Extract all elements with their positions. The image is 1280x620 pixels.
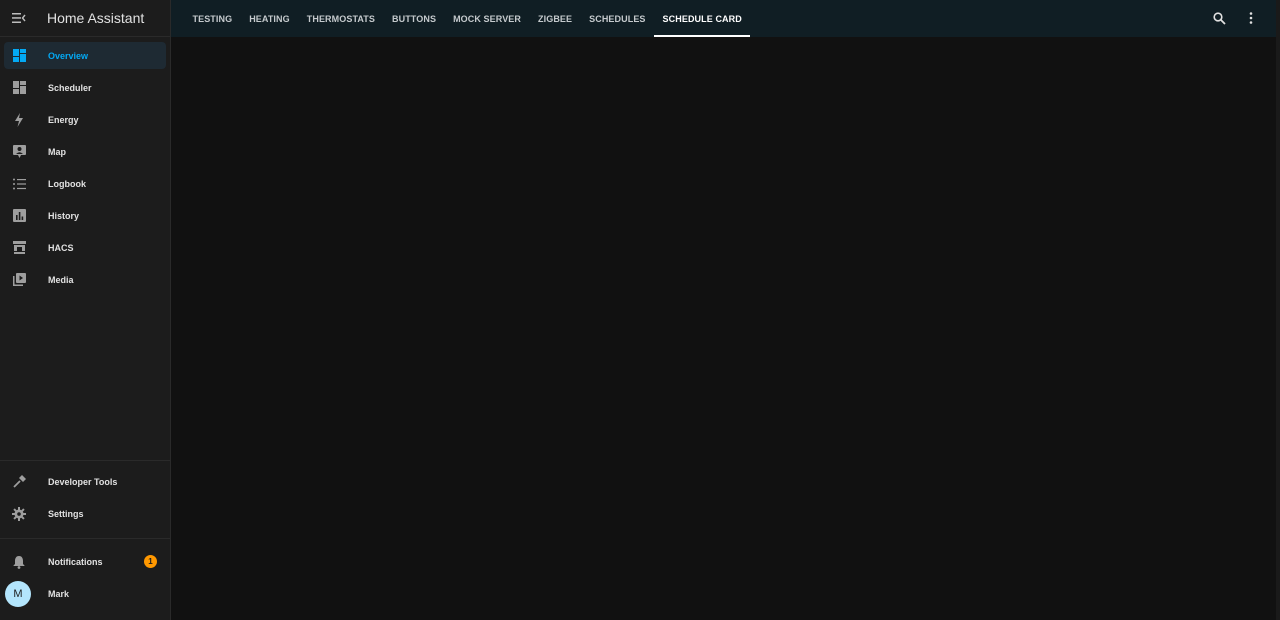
sidebar-item-label: Settings	[48, 508, 84, 519]
sidebar-item-label: Overview	[48, 50, 89, 61]
sidebar-item-label: Map	[48, 146, 66, 157]
cog-icon	[11, 506, 27, 522]
lightning-bolt-icon	[11, 112, 27, 128]
dashboard-tabs: TESTING HEATING THERMOSTATS BUTTONS MOCK…	[184, 0, 751, 37]
sidebar-item-label: Mark	[48, 588, 70, 599]
tab-thermostats[interactable]: THERMOSTATS	[298, 0, 383, 37]
sidebar: Home Assistant Overview Scheduler Energy…	[0, 0, 171, 620]
sidebar-item-history[interactable]: History	[4, 202, 166, 229]
notification-count-badge: 1	[144, 555, 157, 568]
sidebar-item-scheduler[interactable]: Scheduler	[4, 74, 166, 101]
tab-buttons[interactable]: BUTTONS	[384, 0, 445, 37]
sidebar-item-label: Logbook	[48, 178, 86, 189]
sidebar-item-developer-tools[interactable]: Developer Tools	[4, 468, 166, 495]
play-box-multiple-icon	[11, 272, 27, 288]
avatar: M	[5, 580, 31, 607]
sidebar-item-label: History	[48, 210, 80, 221]
app-title: Home Assistant	[47, 10, 145, 26]
sidebar-item-hacs[interactable]: HACS	[4, 234, 166, 261]
menu-collapse-icon[interactable]	[10, 9, 28, 27]
sidebar-item-logbook[interactable]: Logbook	[4, 170, 166, 197]
tab-schedules[interactable]: SCHEDULES	[581, 0, 654, 37]
sidebar-item-label: Media	[48, 274, 74, 285]
sidebar-item-energy[interactable]: Energy	[4, 106, 166, 133]
hacs-store-icon	[11, 240, 27, 256]
sidebar-divider	[0, 460, 171, 461]
sidebar-item-user[interactable]: M Mark	[4, 580, 166, 607]
sidebar-item-overview[interactable]: Overview	[4, 42, 166, 69]
dashboard-view	[171, 37, 1276, 620]
more-vertical-icon[interactable]	[1243, 10, 1259, 26]
sidebar-item-media[interactable]: Media	[4, 266, 166, 293]
sidebar-item-label: Energy	[48, 114, 79, 125]
topbar: TESTING HEATING THERMOSTATS BUTTONS MOCK…	[171, 0, 1276, 37]
bell-icon	[11, 554, 27, 570]
hammer-icon	[11, 474, 27, 490]
view-dashboard-icon	[11, 80, 27, 96]
tab-mock-server[interactable]: MOCK SERVER	[445, 0, 530, 37]
view-dashboard-icon	[11, 48, 27, 64]
sidebar-divider	[0, 538, 171, 539]
sidebar-item-map[interactable]: Map	[4, 138, 166, 165]
tab-schedule-card[interactable]: SCHEDULE CARD	[654, 0, 751, 37]
sidebar-item-label: Notifications	[48, 556, 103, 567]
sidebar-header: Home Assistant	[0, 0, 170, 37]
chart-box-icon	[11, 208, 27, 224]
search-icon[interactable]	[1211, 10, 1227, 26]
tab-heating[interactable]: HEATING	[241, 0, 299, 37]
sidebar-item-label: Scheduler	[48, 82, 92, 93]
sidebar-item-label: Developer Tools	[48, 476, 118, 487]
sidebar-item-label: HACS	[48, 242, 74, 253]
tab-zigbee[interactable]: ZIGBEE	[530, 0, 581, 37]
sidebar-item-notifications[interactable]: Notifications 1	[4, 548, 166, 575]
tab-testing[interactable]: TESTING	[184, 0, 241, 37]
scrollbar[interactable]	[1276, 0, 1280, 620]
format-list-bulleted-icon	[11, 176, 27, 192]
account-box-icon	[11, 144, 27, 160]
sidebar-item-settings[interactable]: Settings	[4, 500, 166, 527]
